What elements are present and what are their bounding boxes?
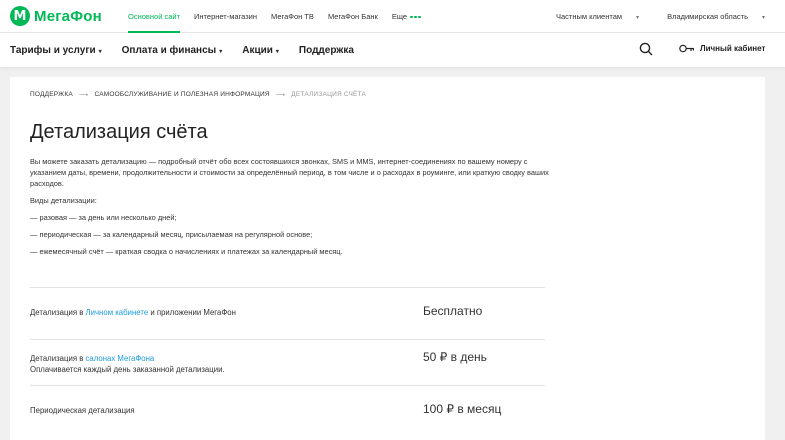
chevron-down-icon: ▾ <box>98 48 102 55</box>
kinds-title: Виды детализации: <box>30 196 97 205</box>
cabinet-label: Личный кабинет <box>700 44 766 53</box>
price-row-text: и приложении МегаФон <box>148 308 236 317</box>
topnav-shop[interactable]: Интернет-магазин <box>194 0 257 33</box>
price-value: 50 ₽ в день <box>423 350 487 364</box>
search-icon[interactable] <box>639 42 653 56</box>
clients-dropdown[interactable]: Частным клиентам ▾ <box>542 12 639 21</box>
arrow-right-icon: ⟶ <box>275 92 286 99</box>
price-row-text: Детализация в <box>30 308 86 317</box>
top-bar: M МегаФон Основной сайт Интернет-магазин… <box>0 0 785 33</box>
nav-payment[interactable]: Оплата и финансы ▾ <box>122 45 223 56</box>
chevron-down-icon: ▾ <box>761 15 765 21</box>
region-label: Владимирская область <box>667 12 748 21</box>
chevron-down-icon: ▾ <box>219 48 223 55</box>
breadcrumb: ПОДДЕРЖКА ⟶ САМООБСЛУЖИВАНИЕ И ПОЛЕЗНАЯ … <box>30 91 366 99</box>
nav-tariffs-label: Тарифы и услуги <box>10 44 96 56</box>
price-row-label: Периодическая детализация <box>30 405 135 416</box>
nav-payment-label: Оплата и финансы <box>121 44 217 56</box>
personal-cabinet-link[interactable]: Личный кабинет <box>679 44 765 53</box>
topnav-tv[interactable]: МегаФон ТВ <box>271 0 314 33</box>
breadcrumb-support[interactable]: ПОДДЕРЖКА <box>30 91 73 99</box>
page-title: Детализация счёта <box>30 121 208 143</box>
megafon-logo-icon: M <box>10 6 30 26</box>
region-dropdown[interactable]: Владимирская область ▾ <box>653 12 765 21</box>
price-table: Детализация в Личном кабинете и приложен… <box>30 287 545 431</box>
chevron-down-icon: ▾ <box>275 48 279 55</box>
kinds-list: разовая — за день или несколько дней; пе… <box>30 213 343 264</box>
list-item: периодическая — за календарный месяц, пр… <box>30 230 343 247</box>
price-row-text: Детализация в <box>30 354 86 363</box>
topnav-main-site[interactable]: Основной сайт <box>128 0 181 33</box>
price-row-note: Оплачивается каждый день заказанной дета… <box>30 365 225 374</box>
top-right: Частным клиентам ▾ Владимирская область ▾ <box>528 0 765 33</box>
chevron-down-icon: ▾ <box>636 15 640 21</box>
nav-support-label: Поддержка <box>298 44 354 56</box>
breadcrumb-current: ДЕТАЛИЗАЦИЯ СЧЁТА <box>291 91 367 98</box>
megafon-logo[interactable]: M МегаФон <box>10 6 102 26</box>
price-value: 100 ₽ в месяц <box>423 402 502 416</box>
arrow-right-icon: ⟶ <box>78 92 89 99</box>
more-label: Еще <box>391 12 408 21</box>
nav-support[interactable]: Поддержка <box>299 45 354 56</box>
price-row-text: Периодическая детализация <box>30 406 135 415</box>
price-row-label: Детализация в Личном кабинете и приложен… <box>30 307 236 318</box>
clients-label: Частным клиентам <box>555 12 623 21</box>
list-item: разовая — за день или несколько дней; <box>30 213 343 230</box>
personal-cabinet-inline-link[interactable]: Личном кабинете <box>86 308 149 317</box>
more-dots-icon <box>410 15 421 19</box>
key-icon <box>679 44 694 53</box>
price-value: Бесплатно <box>423 304 483 318</box>
topnav-bank[interactable]: МегаФон Банк <box>328 0 378 33</box>
price-row-label: Детализация в салонах МегаФона Оплачивае… <box>30 353 225 375</box>
topnav-more[interactable]: Еще <box>392 0 421 33</box>
content-card: ПОДДЕРЖКА ⟶ САМООБСЛУЖИВАНИЕ И ПОЛЕЗНАЯ … <box>10 77 765 440</box>
nav-promo-label: Акции <box>242 44 273 56</box>
nav-promo[interactable]: Акции ▾ <box>242 45 279 56</box>
nav-tariffs[interactable]: Тарифы и услуги ▾ <box>10 45 102 56</box>
price-row: Детализация в салонах МегаФона Оплачивае… <box>30 339 545 385</box>
logo-text: МегаФон <box>34 7 102 25</box>
breadcrumb-self-service[interactable]: САМООБСЛУЖИВАНИЕ И ПОЛЕЗНАЯ ИНФОРМАЦИЯ <box>94 91 269 99</box>
list-item: ежемесячный счёт — краткая сводка о начи… <box>30 247 342 264</box>
main-nav: Тарифы и услуги ▾ Оплата и финансы ▾ Акции… <box>0 33 785 67</box>
price-row: Детализация в Личном кабинете и приложен… <box>30 287 545 339</box>
intro-text: Вы можете заказать детализацию — подробн… <box>30 157 549 188</box>
price-row: Периодическая детализация 100 ₽ в месяц <box>30 385 545 431</box>
top-nav: Основной сайт Интернет-магазин МегаФон Т… <box>128 0 435 33</box>
megafon-salons-link[interactable]: салонах МегаФона <box>86 354 155 363</box>
